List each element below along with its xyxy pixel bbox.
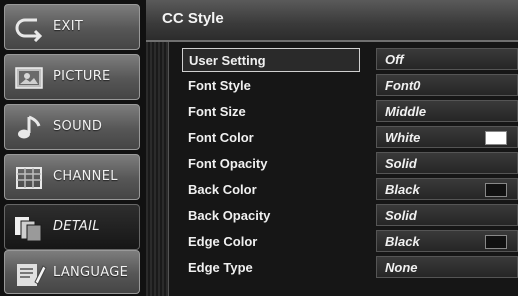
setting-label: Font Size [188,104,246,119]
cc-style-panel: CC Style User Setting Off Font Style Fon… [146,0,518,296]
setting-value[interactable]: None [376,256,518,278]
sidebar-item-label: LANGUAGE [53,265,129,280]
setting-label: Edge Type [188,260,253,275]
setting-row-user-setting[interactable]: User Setting Off [182,48,518,72]
setting-row-edge-color[interactable]: Edge Color Black [182,230,518,254]
setting-value-box[interactable]: White [376,126,518,148]
setting-value: White [385,130,421,145]
sidebar-item-sound[interactable]: SOUND [4,104,140,150]
title-bar: CC Style [146,0,518,42]
setting-value[interactable]: Solid [376,152,518,174]
setting-row-font-color[interactable]: Font Color White [182,126,518,150]
sidebar-item-exit[interactable]: EXIT [4,4,140,50]
setting-row-back-color[interactable]: Back Color Black [182,178,518,202]
exit-icon [13,14,47,43]
setting-value[interactable]: Solid [376,204,518,226]
color-swatch [485,131,507,145]
picture-icon [13,64,47,92]
sidebar-item-label: SOUND [53,119,103,134]
sidebar-item-label: DETAIL [53,219,100,234]
color-swatch [485,183,507,197]
setting-label: Font Opacity [188,156,268,171]
sidebar-item-label: PICTURE [53,69,111,84]
setting-row-font-size[interactable]: Font Size Middle [182,100,518,124]
sound-icon [13,114,47,142]
setting-value: Black [385,182,420,197]
setting-row-edge-type[interactable]: Edge Type None [182,256,518,280]
sidebar-menu: EXIT PICTURE SOUND CHANNEL DETAIL LANGUA… [0,0,146,296]
sidebar-item-label: EXIT [53,19,84,34]
setting-row-back-opacity[interactable]: Back Opacity Solid [182,204,518,228]
sidebar-item-picture[interactable]: PICTURE [4,54,140,100]
setting-row-font-style[interactable]: Font Style Font0 [182,74,518,98]
sidebar-item-detail[interactable]: DETAIL [4,204,140,250]
setting-value[interactable]: Middle [376,100,518,122]
tv-menu-screen: EXIT PICTURE SOUND CHANNEL DETAIL LANGUA… [0,0,518,296]
language-icon [13,260,47,288]
setting-value[interactable]: Font0 [376,74,518,96]
setting-label: Font Style [188,78,251,93]
page-title: CC Style [162,10,224,27]
setting-value[interactable]: Off [376,48,518,70]
setting-row-font-opacity[interactable]: Font Opacity Solid [182,152,518,176]
detail-icon [13,214,47,242]
setting-value-box[interactable]: Black [376,178,518,200]
sidebar-item-label: CHANNEL [53,169,118,184]
sidebar-item-channel[interactable]: CHANNEL [4,154,140,200]
setting-label: User Setting [182,48,360,72]
sidebar-item-language[interactable]: LANGUAGE [4,250,140,294]
setting-label: Back Color [188,182,257,197]
setting-label: Back Opacity [188,208,271,223]
scrollbar[interactable] [146,42,169,296]
setting-label: Font Color [188,130,254,145]
setting-value-box[interactable]: Black [376,230,518,252]
setting-value: Black [385,234,420,249]
setting-label: Edge Color [188,234,258,249]
channel-icon [13,164,47,192]
color-swatch [485,235,507,249]
